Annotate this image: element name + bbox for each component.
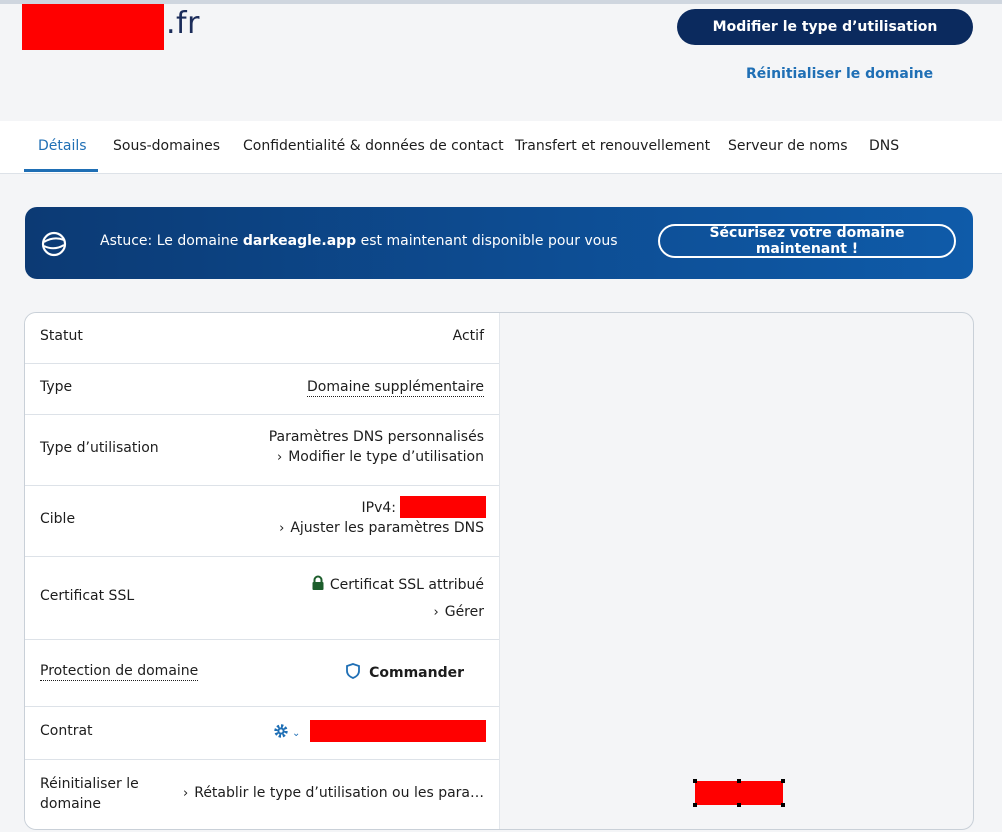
tab-bar: Détails Sous-domaines Confidentialité & … — [0, 121, 1002, 174]
manage-ssl-link[interactable]: › Gérer — [434, 604, 484, 620]
target-value: IPv4: — [361, 500, 396, 516]
order-protection-button[interactable]: Commander — [346, 663, 464, 681]
chevron-right-icon: › — [433, 605, 439, 620]
type-label: Type — [40, 379, 73, 395]
tab-nameservers[interactable]: Serveur de noms — [728, 121, 848, 173]
redacted-ip-address — [400, 496, 486, 518]
lock-icon — [312, 575, 324, 590]
usage-type-value: Paramètres DNS personnalisés — [268, 429, 484, 445]
chevron-right-icon: › — [183, 786, 189, 801]
row-reset-domain: Réinitialiser le domaine › Rétablir le typ… — [25, 760, 499, 829]
details-table: Statut Actif Type Domaine supplémentaire… — [25, 313, 500, 829]
tip-banner: Astuce: Le domaine darkeagle.app est mai… — [25, 207, 973, 279]
usage-type-label: Type d’utilisation — [40, 440, 159, 456]
target-label: Cible — [40, 511, 76, 527]
shield-icon — [346, 663, 360, 679]
selection-handle — [781, 803, 785, 807]
change-usage-type-button[interactable]: Modifier le type d’utilisation — [677, 9, 973, 45]
row-type: Type Domaine supplémentaire — [25, 364, 499, 415]
domain-details-card: Statut Actif Type Domaine supplémentaire… — [24, 312, 974, 830]
chevron-right-icon: › — [279, 521, 285, 536]
chevron-down-icon: ⌄ — [292, 728, 301, 739]
selection-handle — [693, 779, 697, 783]
ssl-label: Certificat SSL — [40, 588, 135, 604]
tab-privacy-contact[interactable]: Confidentialité & données de contact — [243, 121, 504, 173]
redacted-contract-id — [310, 720, 486, 742]
chevron-right-icon: › — [277, 450, 283, 465]
row-domain-protection: Protection de domaine Commander — [25, 640, 499, 707]
tip-message: Astuce: Le domaine darkeagle.app est mai… — [100, 233, 618, 249]
status-label: Statut — [40, 328, 83, 344]
tab-details[interactable]: Détails — [38, 121, 87, 173]
redacted-domain-name — [22, 4, 164, 50]
tab-dns[interactable]: DNS — [869, 121, 899, 173]
selection-handle — [781, 779, 785, 783]
row-contract: Contrat ⌄ — [25, 707, 499, 760]
selection-handle — [737, 779, 741, 783]
selection-handle — [693, 803, 697, 807]
change-usage-type-link[interactable]: › Modifier le type d’utilisation — [277, 449, 484, 465]
status-value: Actif — [452, 328, 484, 344]
reset-domain-label: Réinitialiser le domaine — [40, 776, 139, 812]
tab-subdomains[interactable]: Sous-domaines — [113, 121, 220, 173]
tab-transfer-renewal[interactable]: Transfert et renouvellement — [515, 121, 710, 173]
row-status: Statut Actif — [25, 313, 499, 364]
row-usage-type: Type d’utilisation Paramètres DNS person… — [25, 415, 499, 486]
ssl-status-value: Certificat SSL attribué — [329, 577, 484, 593]
row-ssl: Certificat SSL Certificat SSL attribué ›… — [25, 557, 499, 640]
active-tab-indicator — [24, 169, 98, 172]
selection-handle — [737, 803, 741, 807]
contract-label: Contrat — [40, 723, 93, 739]
redacted-image-selection — [693, 779, 785, 807]
row-target: Cible IPv4: › Ajuster les paramètres DNS — [25, 486, 499, 557]
gear-icon — [274, 724, 288, 738]
type-value[interactable]: Domaine supplémentaire — [307, 379, 484, 397]
adjust-dns-link[interactable]: › Ajuster les paramètres DNS — [279, 520, 484, 536]
reset-domain-link[interactable]: Réinitialiser le domaine — [746, 66, 933, 82]
restore-usage-type-link[interactable]: › Rétablir le type d’utilisation ou les p… — [183, 785, 484, 801]
contract-settings-dropdown[interactable]: ⌄ — [273, 723, 300, 740]
tip-domain: darkeagle.app — [242, 233, 357, 249]
globe-icon — [41, 231, 67, 257]
domain-suffix: .fr — [166, 6, 200, 41]
domain-protection-label[interactable]: Protection de domaine — [40, 663, 199, 681]
secure-domain-button[interactable]: Sécurisez votre domaine maintenant ! — [658, 224, 956, 258]
